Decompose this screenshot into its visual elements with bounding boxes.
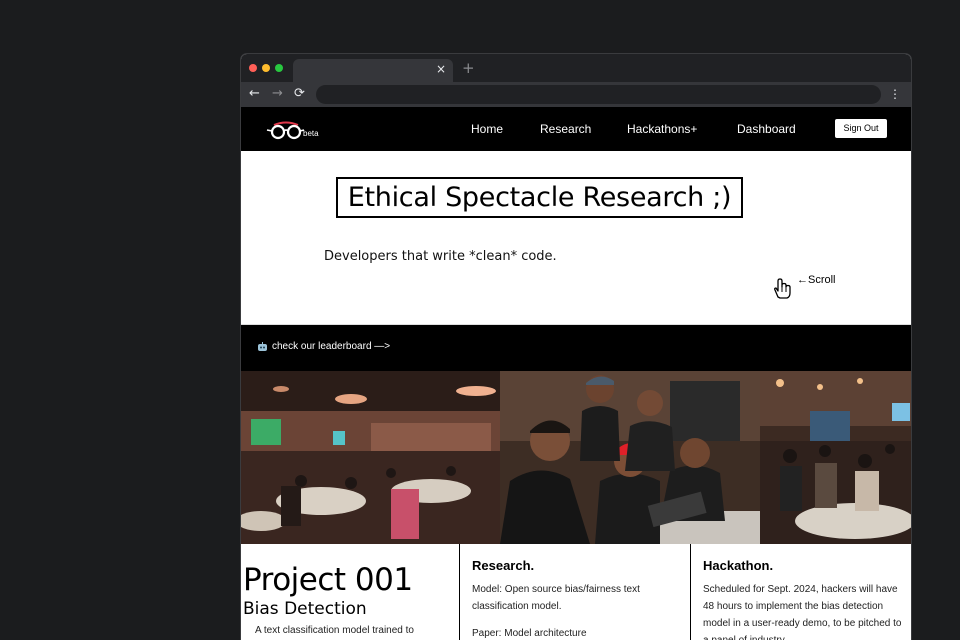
browser-window: × + ← → ⟳ ⋮ beta Home Research Hackathon… [241, 54, 911, 640]
project-column: Project 001 Bias Detection A text classi… [241, 544, 460, 640]
forward-arrow-icon[interactable]: → [272, 86, 283, 102]
maximize-window-button[interactable] [275, 64, 283, 72]
project-info-section: Project 001 Bias Detection A text classi… [241, 544, 911, 640]
photo-strip [241, 371, 911, 544]
hand-pointer-icon [774, 278, 791, 299]
restaurant-crowd-photo [760, 371, 911, 544]
hackathon-heading: Hackathon. [703, 558, 774, 573]
nav-link-hackathons[interactable]: Hackathons+ [627, 122, 697, 136]
nav-link-research[interactable]: Research [540, 122, 591, 136]
hackathon-text: Scheduled for Sept. 2024, hackers will h… [703, 584, 902, 640]
tab-strip: × + [241, 54, 911, 82]
address-bar[interactable] [316, 85, 881, 104]
research-model-text: Model: Open source bias/fairness text cl… [472, 584, 640, 612]
hero-tagline: Developers that write *clean* code. [324, 249, 557, 264]
nav-link-dashboard[interactable]: Dashboard [737, 122, 796, 136]
page-title: Ethical Spectacle Research ;) [336, 177, 743, 218]
reload-icon[interactable]: ⟳ [294, 86, 305, 102]
minimize-window-button[interactable] [262, 64, 270, 72]
sign-out-button[interactable]: Sign Out [835, 119, 887, 138]
leaderboard-link[interactable]: check our leaderboard —> [272, 341, 390, 352]
leaderboard-bar[interactable]: check our leaderboard —> [241, 325, 911, 371]
event-hall-photo [241, 371, 500, 544]
browser-menu-icon[interactable]: ⋮ [889, 86, 901, 102]
project-subtitle: Bias Detection [243, 599, 367, 619]
nav-link-home[interactable]: Home [471, 122, 503, 136]
browser-toolbar: ← → ⟳ ⋮ [241, 82, 911, 107]
project-description: A text classification model trained to [255, 625, 414, 636]
research-column: Research. Model: Open source bias/fairne… [460, 544, 691, 640]
hero-section: Ethical Spectacle Research ;) Developers… [241, 151, 911, 325]
site-navbar: beta Home Research Hackathons+ Dashboard… [241, 107, 911, 151]
team-coding-photo [500, 371, 760, 544]
robot-icon [258, 342, 267, 351]
back-arrow-icon[interactable]: ← [249, 86, 260, 102]
research-heading: Research. [472, 558, 535, 573]
tab-close-icon[interactable]: × [436, 62, 446, 76]
beta-badge: beta [303, 129, 319, 138]
scroll-hint: ←Scroll [797, 274, 836, 286]
hackathon-column: Hackathon. Scheduled for Sept. 2024, hac… [691, 544, 911, 640]
project-title: Project 001 [243, 562, 413, 598]
research-paper-text: Paper: Model architecture [472, 628, 587, 639]
close-window-button[interactable] [249, 64, 257, 72]
browser-tab[interactable]: × [293, 59, 453, 82]
new-tab-button[interactable]: + [462, 59, 475, 77]
